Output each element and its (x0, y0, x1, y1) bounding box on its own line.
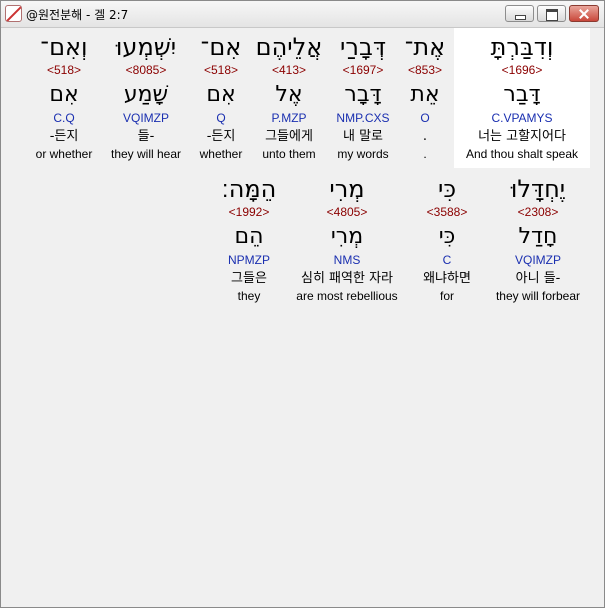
hebrew-word: אֲלֵיהֶם (255, 33, 323, 61)
app-window: @원전분해 - 겔 2:7 וְדִבַּרְתָּ <1696> דָּבַר… (0, 0, 605, 608)
hebrew-root: דָּבַר (503, 82, 541, 107)
strong-number: <2308> (517, 205, 559, 219)
korean-gloss: -든지 (206, 129, 236, 144)
strong-number: <853> (407, 63, 443, 77)
korean-gloss: 들- (137, 129, 155, 144)
hebrew-word: כִּי (437, 175, 457, 203)
morphology-code: VQIMZP (122, 111, 169, 125)
morphology-code: P.MZP (271, 111, 307, 125)
window-title: @원전분해 - 겔 2:7 (26, 8, 129, 22)
hebrew-word: דְּבָרַי (340, 33, 386, 61)
hebrew-root: חָדַל (518, 224, 558, 249)
hebrew-word: הֵמָּה׃ (221, 175, 277, 203)
morphology-code: NPMZP (228, 253, 270, 267)
english-gloss: for (439, 289, 454, 303)
korean-gloss: 심히 패역한 자라 (301, 271, 393, 286)
title-bar[interactable]: @원전분해 - 겔 2:7 (1, 1, 604, 28)
strong-number: <518> (46, 63, 82, 77)
morphology-code: Q (216, 111, 226, 125)
hebrew-root: אֵת (410, 82, 440, 107)
morphology-code: NMS (333, 253, 361, 267)
word-cell[interactable]: וְאִם־ <518> אִם C.Q -든지 or whether (29, 28, 99, 168)
hebrew-root: אֶל (275, 82, 303, 107)
korean-gloss: 아니 들- (515, 271, 561, 286)
korean-gloss: 그들은 (231, 271, 267, 286)
hebrew-word: אֶת־ (404, 33, 446, 61)
english-gloss: or whether (35, 147, 93, 161)
hebrew-root: אִם (49, 82, 79, 107)
hebrew-word: וְדִבַּרְתָּ (490, 33, 554, 61)
morphology-code: NMP.CXS (336, 111, 390, 125)
word-cell[interactable]: יִשְׁמְעוּ <8085> שָׁמַע VQIMZP 들- they … (103, 28, 189, 168)
hebrew-word: אִם־ (200, 33, 242, 61)
morphology-code: C (442, 253, 452, 267)
strong-number: <3588> (426, 205, 468, 219)
strong-number: <8085> (125, 63, 167, 77)
hebrew-root: מְרִי (330, 224, 364, 249)
morphology-code: O (420, 111, 430, 125)
word-cell[interactable]: יֶחְדָּלוּ <2308> חָדַל VQIMZP 아니 들- the… (485, 170, 591, 310)
english-gloss: whether (199, 147, 243, 161)
hebrew-word: וְאִם־ (40, 33, 88, 61)
word-cell[interactable]: הֵמָּה׃ <1992> הֵם NPMZP 그들은 they (213, 170, 285, 310)
close-button[interactable] (569, 5, 599, 22)
word-cell[interactable]: אֶת־ <853> אֵת O . . (397, 28, 453, 168)
english-gloss: And thou shalt speak (465, 147, 579, 161)
strong-number: <1992> (228, 205, 270, 219)
strong-number: <1697> (342, 63, 384, 77)
english-gloss: they (237, 289, 261, 303)
hebrew-word: יֶחְדָּלוּ (510, 175, 566, 203)
korean-gloss: -든지 (49, 129, 79, 144)
english-gloss: my words (337, 147, 389, 161)
word-cell[interactable]: אֲלֵיהֶם <413> אֶל P.MZP 그들에게 unto them (253, 28, 325, 168)
word-cell[interactable]: דְּבָרַי <1697> דָּבָר NMP.CXS 내 말로 my w… (329, 28, 397, 168)
korean-gloss: 왜냐하면 (423, 271, 471, 286)
strong-number: <413> (271, 63, 307, 77)
morphology-code: VQIMZP (514, 253, 561, 267)
korean-gloss: 너는 고할지어다 (478, 129, 566, 144)
morphology-code: C.VPAMYS (491, 111, 553, 125)
hebrew-word: מְרִי (329, 175, 365, 203)
minimize-button[interactable] (505, 5, 534, 22)
hebrew-root: אִם (206, 82, 236, 107)
english-gloss: they will forbear (495, 289, 581, 303)
interlinear-panel: וְדִבַּרְתָּ <1696> דָּבַר C.VPAMYS 너는 고… (1, 28, 604, 607)
korean-gloss: 그들에게 (265, 129, 313, 144)
morphology-code: C.Q (53, 111, 75, 125)
strong-number: <1696> (501, 63, 543, 77)
hebrew-root: שָׁמַע (123, 82, 169, 107)
word-cell[interactable]: אִם־ <518> אִם Q -든지 whether (193, 28, 249, 168)
app-icon[interactable] (5, 5, 22, 22)
english-gloss: they will hear (110, 147, 182, 161)
korean-gloss: . (422, 129, 428, 144)
english-gloss: are most rebellious (296, 289, 398, 303)
word-cell[interactable]: כִּי <3588> כִּי C 왜냐하면 for (409, 170, 485, 310)
korean-gloss: 내 말로 (342, 129, 383, 144)
strong-number: <518> (203, 63, 239, 77)
hebrew-root: דָּבָר (344, 82, 382, 107)
word-cell[interactable]: וְדִבַּרְתָּ <1696> דָּבַר C.VPAMYS 너는 고… (454, 28, 590, 168)
maximize-button[interactable] (537, 5, 566, 22)
hebrew-root: כִּי (438, 224, 456, 249)
strong-number: <4805> (326, 205, 368, 219)
english-gloss: unto them (262, 147, 316, 161)
word-cell[interactable]: מְרִי <4805> מְרִי NMS 심히 패역한 자라 are mos… (285, 170, 409, 310)
hebrew-root: הֵם (234, 224, 264, 249)
hebrew-word: יִשְׁמְעוּ (115, 33, 177, 61)
english-gloss: . (423, 147, 427, 161)
